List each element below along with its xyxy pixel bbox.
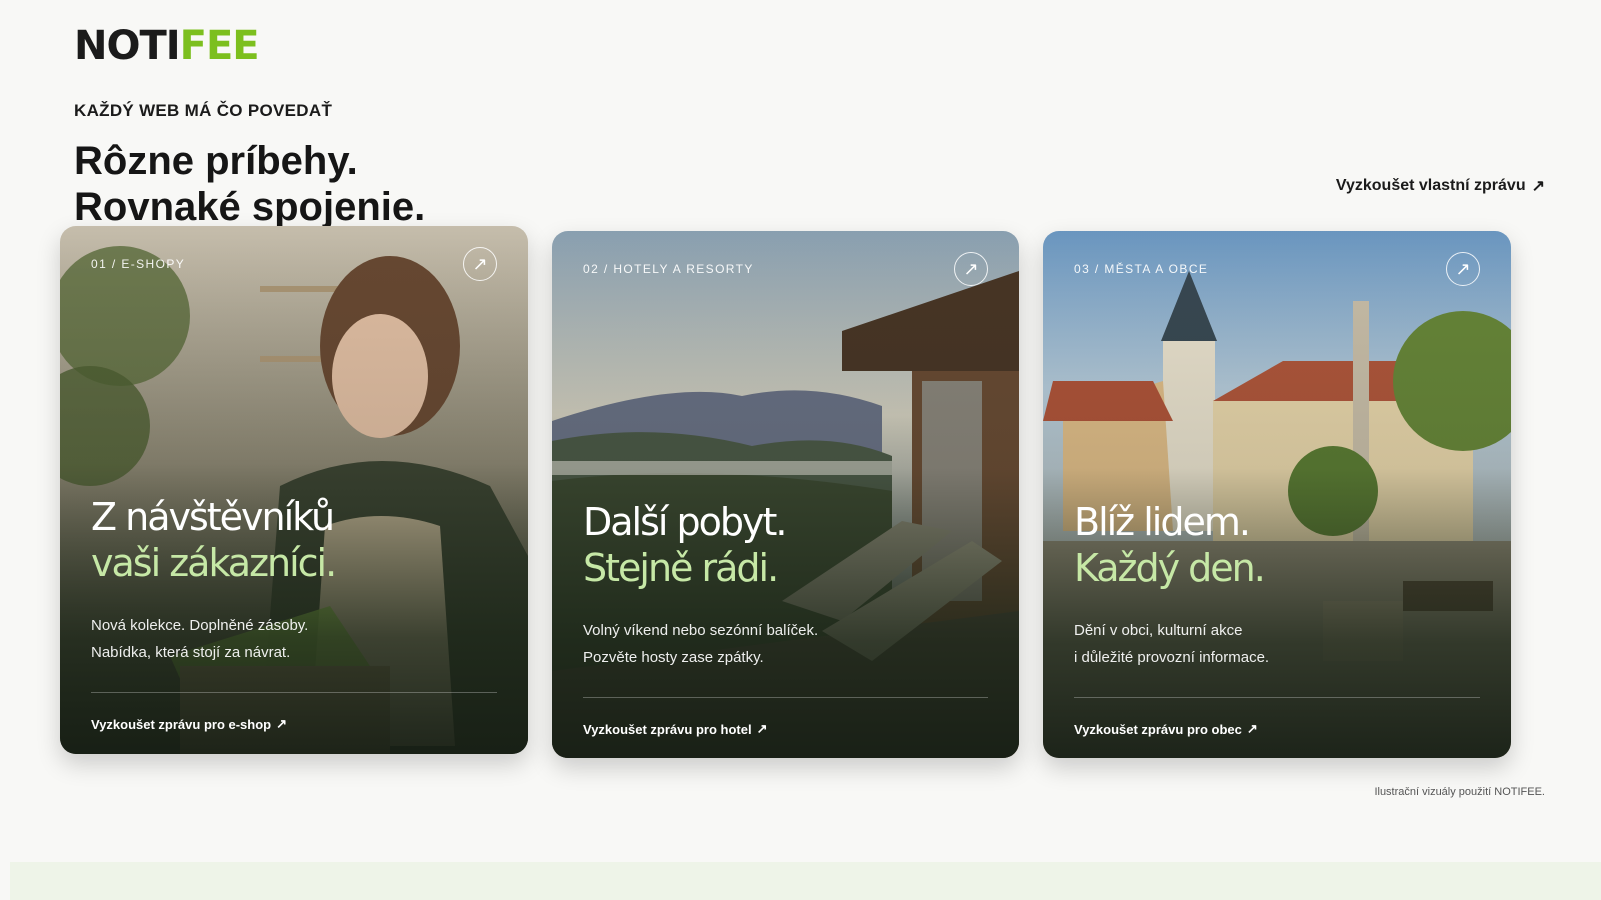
arrow-up-right-icon: ↗ [276,716,288,731]
card-hotel[interactable]: 02 / HOTELY A RESORTY ↗ Další pobyt. Ste… [552,231,1019,758]
next-section-band [10,862,1601,900]
try-own-message-link[interactable]: Vyzkoušet vlastní zprávu ↗ [1336,176,1545,196]
headline-line-2: Rovnaké spojenie. [74,185,426,229]
try-own-message-label: Vyzkoušet vlastní zprávu [1335,177,1526,194]
card-cta-link[interactable]: Vyzkoušet zprávu pro obec ↗ [1074,721,1258,737]
arrow-up-right-icon: ↗ [756,721,768,736]
card-description: Nová kolekce. Doplněné zásoby. Nabídka, … [91,617,309,661]
section-headline: Rôzne príbehy. Rovnaké spojenie. [74,138,425,230]
divider [91,692,497,693]
image-credit: Ilustrační vizuály použití NOTIFEE. [1374,786,1545,798]
arrow-up-right-icon[interactable]: ↗ [463,247,497,281]
arrow-up-right-icon[interactable]: ↗ [1446,252,1480,286]
arrow-up-right-icon: ↗ [1531,178,1545,195]
card-cta-link[interactable]: Vyzkoušet zprávu pro e-shop ↗ [91,716,287,732]
card-description: Dění v obci, kulturní akce i důležité pr… [1074,622,1270,666]
card-category-tag: 02 / HOTELY A RESORTY [583,262,754,276]
card-title: Z návštěvníků vaši zákazníci. [91,495,337,585]
headline-line-1: Rôzne príbehy. [74,139,358,183]
card-cta-link[interactable]: Vyzkoušet zprávu pro hotel ↗ [583,721,767,737]
card-town[interactable]: 03 / MĚSTA A OBCE ↗ Blíž lidem. Každý de… [1043,231,1511,758]
divider [583,697,988,698]
card-title: Blíž lidem. Každý den. [1074,500,1266,590]
notifee-logo[interactable]: NOTIFEE [74,26,260,66]
card-description: Volný víkend nebo sezónní balíček. Pozvě… [583,622,819,666]
section-eyebrow: KAŽDÝ WEB MÁ ČO POVEDAŤ [74,101,333,120]
arrow-up-right-icon[interactable]: ↗ [954,252,988,286]
card-category-tag: 01 / E-SHOPY [91,257,186,271]
card-category-tag: 03 / MĚSTA A OBCE [1074,262,1209,276]
arrow-up-right-icon: ↗ [1246,721,1258,736]
card-title: Další pobyt. Stejně rádi. [583,500,787,590]
card-eshop[interactable]: 01 / E-SHOPY ↗ Z návštěvníků vaši zákazn… [60,226,528,754]
divider [1074,697,1480,698]
